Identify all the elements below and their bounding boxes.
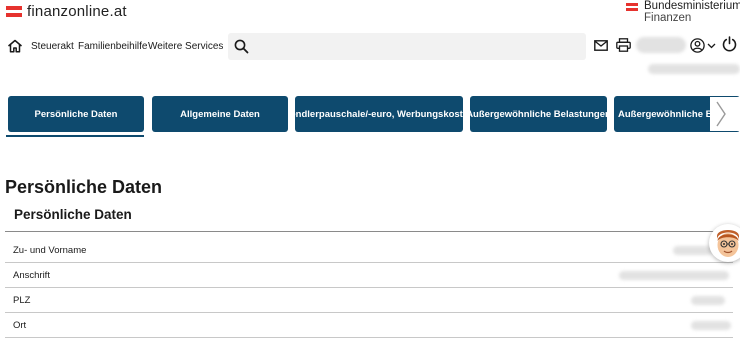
redacted-user-detail [648, 64, 740, 74]
nav-link-steuerakt[interactable]: Steuerakt [31, 41, 74, 52]
table-row: PLZ [5, 288, 733, 313]
redacted-value [673, 246, 713, 255]
redacted-value [619, 271, 729, 280]
tab-aussergewoehnliche-belastungen[interactable]: Außergewöhnliche Belastungen [470, 96, 607, 132]
redacted-value [691, 296, 725, 305]
home-icon[interactable] [7, 39, 23, 53]
assistant-face-icon [710, 225, 740, 261]
assistant-avatar-button[interactable] [709, 224, 740, 262]
section-divider [5, 231, 733, 232]
tab-label: Außergewöhnliche Belastungen [470, 108, 607, 120]
top-header: finanzonline.at Bundesministerium Finanz… [0, 0, 740, 30]
search-input[interactable] [256, 37, 576, 56]
section-title: Persönliche Daten [14, 207, 132, 222]
tab-persoenliche-daten[interactable]: Persönliche Daten [8, 96, 144, 132]
tab-allgemeine-daten[interactable]: Allgemeine Daten [152, 96, 288, 132]
user-circle-icon[interactable] [690, 38, 705, 53]
active-tab-indicator [6, 135, 144, 137]
ministry-line-1: Bundesministerium [644, 0, 740, 12]
tab-label: Pendlerpauschale/-euro, Werbungskosten [295, 108, 463, 120]
ministry-line-2: Finanzen [644, 12, 692, 24]
row-label-ort: Ort [13, 320, 27, 331]
row-label-name: Zu- und Vorname [13, 245, 87, 256]
main-navigation: Steuerakt Familienbeihilfe Weitere Servi… [0, 32, 740, 74]
row-label-plz: PLZ [13, 295, 31, 306]
row-label-address: Anschrift [13, 270, 50, 281]
tab-bar: Persönliche Daten Allgemeine Daten Pendl… [0, 95, 740, 137]
ministry-flag-icon [626, 3, 638, 12]
table-row: Ort [5, 313, 733, 338]
table-row: Anschrift [5, 263, 733, 288]
tab-label: Persönliche Daten [34, 108, 118, 120]
chevron-down-icon[interactable] [707, 43, 716, 49]
page-title: Persönliche Daten [5, 177, 163, 197]
printer-icon[interactable] [616, 38, 631, 52]
tab-label: Allgemeine Daten [180, 108, 260, 120]
redacted-user-name [636, 37, 686, 53]
brand-name: finanzonline.at [27, 3, 127, 20]
power-icon[interactable] [722, 36, 737, 52]
austria-flag-icon [6, 6, 22, 18]
tab-pendlerpauschale[interactable]: Pendlerpauschale/-euro, Werbungskosten [295, 96, 463, 132]
redacted-value [691, 321, 731, 330]
tab-scroll-right[interactable] [710, 97, 740, 131]
mail-icon[interactable] [594, 40, 608, 51]
table-row: Zu- und Vorname [5, 238, 733, 263]
chevron-right-icon[interactable] [714, 99, 728, 129]
search-icon[interactable] [234, 39, 249, 54]
nav-link-weitere-services[interactable]: Weitere Services [148, 41, 223, 52]
nav-link-familienbeihilfe[interactable]: Familienbeihilfe [78, 41, 147, 52]
search-bar[interactable] [228, 33, 586, 60]
brand-logo[interactable]: finanzonline.at [6, 3, 127, 20]
